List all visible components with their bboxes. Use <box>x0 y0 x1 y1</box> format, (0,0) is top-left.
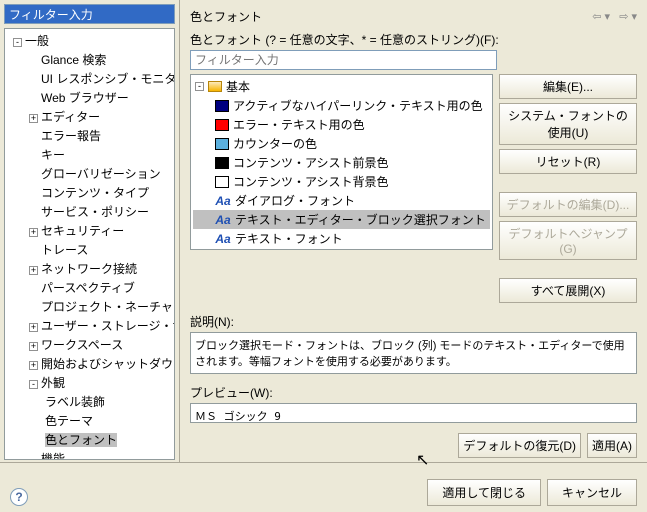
tree-item-user-storage[interactable]: +ユーザー・ストレージ・サービス <box>7 316 172 335</box>
reset-button[interactable]: リセット(R) <box>499 149 637 174</box>
description-box: ブロック選択モード・フォントは、ブロック (列) モードのテキスト・エディターで… <box>190 332 637 374</box>
folder-icon <box>208 81 222 92</box>
expand-icon[interactable]: + <box>29 266 38 275</box>
tree-item-security[interactable]: +セキュリティー <box>7 221 172 240</box>
list-item[interactable]: エラー・テキスト用の色 <box>193 115 490 134</box>
tree-item-editor[interactable]: +エディター <box>7 107 172 126</box>
tree-item-general[interactable]: -一般 <box>7 31 172 50</box>
expand-all-button[interactable]: すべて展開(X) <box>499 278 637 303</box>
tree-item-function[interactable]: 機能 <box>7 449 172 460</box>
tree-item-glance[interactable]: Glance 検索 <box>7 50 172 69</box>
color-swatch <box>215 157 229 169</box>
help-icon[interactable]: ? <box>10 488 28 506</box>
colors-fonts-list[interactable]: -基本 アクティブなハイパーリンク・テキスト用の色 エラー・テキスト用の色 カウ… <box>190 74 493 250</box>
tree-item-web-browser[interactable]: Web ブラウザー <box>7 88 172 107</box>
collapse-icon[interactable]: - <box>29 380 38 389</box>
tree-item-trace[interactable]: トレース <box>7 240 172 259</box>
tree-item-colors-fonts[interactable]: 色とフォント <box>7 430 172 449</box>
expand-icon[interactable]: + <box>29 228 38 237</box>
restore-defaults-button[interactable]: デフォルトの復元(D) <box>458 433 581 458</box>
list-item-selected[interactable]: Aaテキスト・エディター・ブロック選択フォント <box>193 210 490 229</box>
preference-tree[interactable]: -一般 Glance 検索 UI レスポンシブ・モニター Web ブラウザー +… <box>4 28 175 460</box>
use-system-font-button[interactable]: システム・フォントの使用(U) <box>499 103 637 145</box>
font-icon: Aa <box>215 213 231 227</box>
tree-item-error-report[interactable]: エラー報告 <box>7 126 172 145</box>
collapse-icon[interactable]: - <box>195 82 204 91</box>
tree-item-content-type[interactable]: コンテンツ・タイプ <box>7 183 172 202</box>
nav-arrows[interactable]: ⇦ ▾ ⇨ ▾ <box>592 10 637 23</box>
list-item[interactable]: コンテンツ・アシスト前景色 <box>193 153 490 172</box>
cancel-button[interactable]: キャンセル <box>547 479 637 506</box>
expand-icon[interactable]: + <box>29 114 38 123</box>
font-icon: Aa <box>215 232 231 246</box>
tree-item-appearance[interactable]: -外観 <box>7 373 172 392</box>
tree-item-label-decoration[interactable]: ラベル装飾 <box>7 392 172 411</box>
preview-label: プレビュー(W): <box>190 384 637 401</box>
tree-item-color-theme[interactable]: 色テーマ <box>7 411 172 430</box>
list-node-basic[interactable]: -基本 <box>193 77 490 96</box>
font-icon: Aa <box>215 194 231 208</box>
expand-icon[interactable]: + <box>29 342 38 351</box>
color-swatch <box>215 176 229 188</box>
color-swatch <box>215 100 229 112</box>
colors-filter-input[interactable] <box>190 50 497 70</box>
preview-box: ＭＳ ゴシック 9 The quick brown fox jumps over… <box>190 403 637 423</box>
tree-item-perspective[interactable]: パースペクティブ <box>7 278 172 297</box>
tree-item-startup-shutdown[interactable]: +開始およびシャットダウン <box>7 354 172 373</box>
tree-item-workspace[interactable]: +ワークスペース <box>7 335 172 354</box>
color-swatch <box>215 119 229 131</box>
colors-fonts-label: 色とフォント (? = 任意の文字、* = 任意のストリング)(F): <box>190 31 637 48</box>
list-item[interactable]: コンテンツ・アシスト背景色 <box>193 172 490 191</box>
goto-default-button: デフォルトへジャンプ(G) <box>499 221 637 260</box>
tree-item-key[interactable]: キー <box>7 145 172 164</box>
apply-close-button[interactable]: 適用して閉じる <box>427 479 541 506</box>
expand-icon[interactable]: + <box>29 323 38 332</box>
tree-item-ui-responsive[interactable]: UI レスポンシブ・モニター <box>7 69 172 88</box>
list-item[interactable]: アクティブなハイパーリンク・テキスト用の色 <box>193 96 490 115</box>
list-item[interactable]: ハイパーリンク・テキスト用の色 <box>193 248 490 250</box>
list-item[interactable]: Aaダイアログ・フォント <box>193 191 490 210</box>
page-title: 色とフォント <box>190 8 262 25</box>
tree-item-service-policy[interactable]: サービス・ポリシー <box>7 202 172 221</box>
description-label: 説明(N): <box>190 313 637 330</box>
apply-button[interactable]: 適用(A) <box>587 433 637 458</box>
list-item[interactable]: Aaテキスト・フォント <box>193 229 490 248</box>
color-swatch <box>215 138 229 150</box>
edit-button[interactable]: 編集(E)... <box>499 74 637 99</box>
collapse-icon[interactable]: - <box>13 38 22 47</box>
edit-default-button: デフォルトの編集(D)... <box>499 192 637 217</box>
list-item[interactable]: カウンターの色 <box>193 134 490 153</box>
tree-item-project-nature[interactable]: プロジェクト・ネーチャー <box>7 297 172 316</box>
tree-item-network[interactable]: +ネットワーク接続 <box>7 259 172 278</box>
expand-icon[interactable]: + <box>29 361 38 370</box>
left-filter-input[interactable] <box>4 4 175 24</box>
tree-item-globalization[interactable]: グローバリゼーション <box>7 164 172 183</box>
